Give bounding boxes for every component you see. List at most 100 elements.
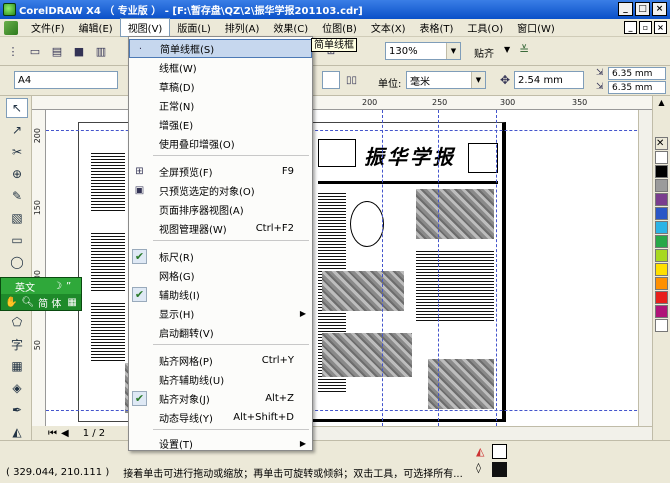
ime-keyboard-icon[interactable]: ▦ — [67, 297, 76, 308]
menu-bitmaps[interactable]: 位图(B) — [315, 19, 364, 36]
smart-fill-icon[interactable]: ▧ — [6, 208, 28, 228]
view-menu-item[interactable]: · 简单线框(S) — [129, 39, 312, 58]
view-menu-item[interactable]: 增强(E) — [129, 115, 312, 134]
palette-scroll-up-icon[interactable]: ▲ — [653, 98, 670, 107]
shape-tool-icon[interactable]: ↗ — [6, 120, 28, 140]
doc-close-button[interactable]: × — [654, 21, 667, 34]
pick-tool-icon[interactable]: ↖ — [6, 98, 28, 118]
color-swatch[interactable] — [655, 305, 668, 318]
view-menu-item[interactable]: 启动翻转(V) — [129, 323, 312, 342]
eyedropper-tool-icon[interactable]: ✒ — [6, 400, 28, 420]
color-swatch[interactable] — [655, 235, 668, 248]
vertical-ruler[interactable]: 200 150 100 50 — [32, 110, 46, 426]
paper-size-combo[interactable]: A4 — [14, 71, 118, 89]
vertical-scrollbar[interactable] — [638, 110, 652, 426]
duplicate-x-field[interactable]: 6.35 mm — [608, 67, 666, 80]
unit-combo[interactable]: 毫米 ▼ — [406, 71, 486, 89]
guide-line[interactable] — [496, 110, 497, 426]
snap-dropdown-icon[interactable]: ▼ — [504, 45, 510, 54]
polygon-tool-icon[interactable]: ⬠ — [6, 312, 28, 332]
app-icon[interactable] — [3, 3, 16, 16]
crop-tool-icon[interactable]: ✂ — [6, 142, 28, 162]
menu-arrange[interactable]: 排列(A) — [218, 19, 267, 36]
view-menu-item[interactable]: ✔ 辅助线(I) — [129, 285, 312, 304]
open-icon[interactable]: ▤ — [48, 42, 66, 60]
view-menu-item[interactable]: ⊞ 全屏预览(F) F9 — [129, 162, 312, 181]
horizontal-ruler[interactable]: 200 250 300 350 — [32, 96, 652, 110]
view-menu-item[interactable]: 动态导线(Y) Alt+Shift+D — [129, 408, 312, 427]
view-menu-item[interactable]: 使用叠印增强(O) — [129, 134, 312, 153]
zoom-combo[interactable]: 130% ▼ — [385, 42, 461, 60]
view-menu-item[interactable]: ✔ 标尺(R) — [129, 247, 312, 266]
chevron-down-icon[interactable]: ▼ — [471, 72, 485, 88]
current-page-icon[interactable]: ▯▯ — [346, 75, 357, 86]
doc-minimize-button[interactable]: _ — [624, 21, 637, 34]
ime-punct-icon[interactable]: ” — [66, 281, 71, 292]
maximize-button[interactable]: □ — [635, 2, 650, 16]
ime-hand-icon[interactable]: ✋ — [5, 297, 17, 308]
menu-tools[interactable]: 工具(O) — [460, 19, 510, 36]
all-pages-icon[interactable] — [322, 71, 340, 89]
save-icon[interactable]: ■ — [70, 42, 88, 60]
menu-text[interactable]: 文本(X) — [364, 19, 413, 36]
color-swatch[interactable] — [655, 221, 668, 234]
document-icon[interactable] — [4, 20, 18, 35]
view-menu-item[interactable]: 设置(T) ▶ — [129, 434, 312, 453]
view-menu-item[interactable]: 网格(G) — [129, 266, 312, 285]
ime-mode[interactable]: 英文 — [15, 279, 35, 294]
view-menu-item[interactable]: 正常(N) — [129, 96, 312, 115]
ime-charset[interactable]: 简 体 — [38, 295, 61, 310]
color-swatch[interactable] — [655, 193, 668, 206]
color-swatch[interactable] — [655, 179, 668, 192]
guide-line[interactable] — [438, 110, 439, 426]
view-menu-item[interactable]: 贴齐网格(P) Ctrl+Y — [129, 351, 312, 370]
color-swatch[interactable] — [655, 249, 668, 262]
swatch-none[interactable]: ✕ — [655, 137, 668, 150]
guide-line[interactable] — [382, 110, 383, 426]
close-button[interactable]: × — [652, 2, 667, 16]
menu-view[interactable]: 视图(V) — [119, 18, 171, 37]
options-icon[interactable]: ≚ — [519, 43, 529, 57]
color-swatch[interactable] — [655, 151, 668, 164]
ellipse-tool-icon[interactable]: ◯ — [6, 252, 28, 272]
menu-edit[interactable]: 编辑(E) — [72, 19, 120, 36]
color-swatch[interactable] — [655, 165, 668, 178]
color-swatch[interactable] — [655, 319, 668, 332]
view-menu-item[interactable]: 线框(W) — [129, 58, 312, 77]
prev-page-icon[interactable]: ◀ — [61, 428, 69, 439]
interactive-tool-icon[interactable]: ◈ — [6, 378, 28, 398]
color-swatch[interactable] — [655, 207, 668, 220]
menu-effects[interactable]: 效果(C) — [266, 19, 315, 36]
minimize-button[interactable]: _ — [618, 2, 633, 16]
doc-restore-button[interactable]: ▫ — [639, 21, 652, 34]
table-tool-icon[interactable]: ▦ — [6, 356, 28, 376]
color-swatch[interactable] — [655, 277, 668, 290]
view-menu-item[interactable]: 草稿(D) — [129, 77, 312, 96]
snap-label[interactable]: 贴齐 — [474, 45, 494, 60]
color-swatch[interactable] — [655, 291, 668, 304]
new-icon[interactable]: ▭ — [26, 42, 44, 60]
view-menu-item[interactable]: ✔ 贴齐对象(J) Alt+Z — [129, 389, 312, 408]
view-menu-item[interactable]: 显示(H) ▶ — [129, 304, 312, 323]
menu-layout[interactable]: 版面(L) — [170, 19, 217, 36]
text-tool-icon[interactable]: 字 — [6, 334, 28, 354]
duplicate-y-field[interactable]: 6.35 mm — [608, 81, 666, 94]
view-menu-item[interactable]: ▣ 只预览选定的对象(O) — [129, 181, 312, 200]
menu-window[interactable]: 窗口(W) — [510, 19, 562, 36]
fill-swatch[interactable] — [492, 444, 507, 459]
view-menu-item[interactable]: 视图管理器(W) Ctrl+F2 — [129, 219, 312, 238]
ime-search-icon[interactable]: 🔍︎ — [21, 297, 34, 308]
ime-toolbar[interactable]: 英文 ☽ ” ✋ 🔍︎ 简 体 ▦ — [0, 277, 82, 311]
nudge-field[interactable]: 2.54 mm — [514, 71, 584, 89]
menu-file[interactable]: 文件(F) — [24, 19, 72, 36]
freehand-tool-icon[interactable]: ✎ — [6, 186, 28, 206]
zoom-tool-icon[interactable]: ⊕ — [6, 164, 28, 184]
fill-tool-icon[interactable]: ◭ — [6, 422, 28, 442]
rectangle-tool-icon[interactable]: ▭ — [6, 230, 28, 250]
color-swatch[interactable] — [655, 263, 668, 276]
first-page-icon[interactable]: ⏮ — [48, 428, 57, 439]
chevron-down-icon[interactable]: ▼ — [446, 43, 460, 59]
ime-moon-icon[interactable]: ☽ — [53, 281, 62, 292]
view-menu-item[interactable]: 页面排序器视图(A) — [129, 200, 312, 219]
view-menu-item[interactable]: 贴齐辅助线(U) — [129, 370, 312, 389]
